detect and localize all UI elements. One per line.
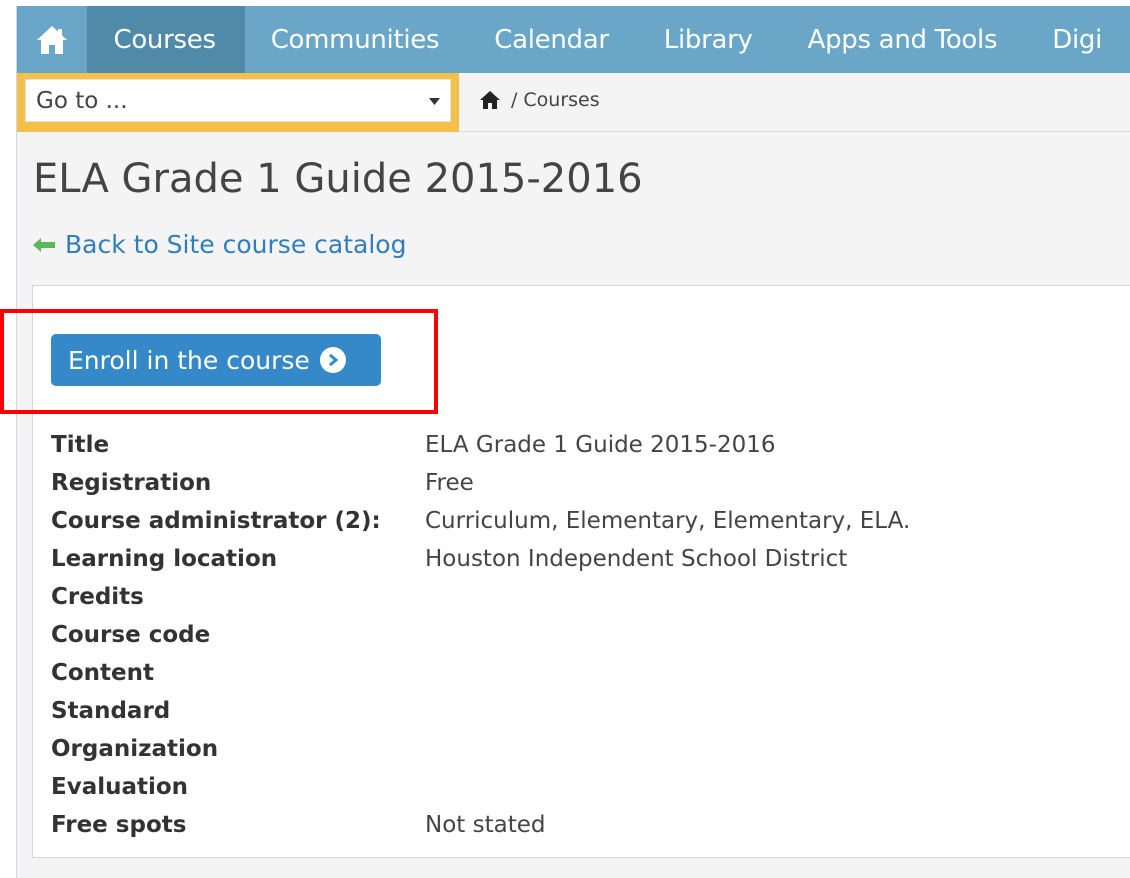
detail-key: Learning location <box>51 546 278 572</box>
detail-row-credits: Credits <box>51 578 910 616</box>
detail-key: Free spots <box>51 812 187 838</box>
nav-item-courses[interactable]: Courses <box>87 6 245 73</box>
detail-row-registration: Registration Free <box>51 464 910 502</box>
detail-value: Curriculum, Elementary, Elementary, ELA. <box>425 508 911 534</box>
detail-value: Not stated <box>425 812 546 838</box>
enroll-button-label: Enroll in the course <box>68 345 310 375</box>
app-frame: Courses Communities Calendar Library App… <box>16 6 1130 878</box>
breadcrumb-home-icon[interactable] <box>479 90 501 110</box>
nav-item-digi[interactable]: Digi <box>1026 6 1130 73</box>
goto-value: Go to ... <box>36 87 128 114</box>
detail-key: Content <box>51 660 155 686</box>
course-details-list: Title ELA Grade 1 Guide 2015-2016 Regist… <box>51 426 910 844</box>
goto-dropdown[interactable]: Go to ... <box>25 79 451 122</box>
detail-value: ELA Grade 1 Guide 2015-2016 <box>425 432 776 458</box>
sub-toolbar: Go to ... / Courses <box>17 73 1130 132</box>
nav-item-apps-and-tools[interactable]: Apps and Tools <box>782 6 1027 73</box>
nav-item-communities[interactable]: Communities <box>245 6 469 73</box>
detail-key: Credits <box>51 584 144 610</box>
enroll-button[interactable]: Enroll in the course <box>51 334 381 386</box>
detail-key: Evaluation <box>51 774 189 800</box>
detail-row-standard: Standard <box>51 692 910 730</box>
back-link-label: Back to Site course catalog <box>65 230 407 259</box>
nav-item-calendar[interactable]: Calendar <box>468 6 638 73</box>
detail-row-course-code: Course code <box>51 616 910 654</box>
detail-key: Registration <box>51 470 212 496</box>
home-icon <box>37 25 68 54</box>
back-to-catalog-link[interactable]: Back to Site course catalog <box>33 230 406 259</box>
breadcrumb-separator: / <box>511 89 518 111</box>
detail-row-free-spots: Free spots Not stated <box>51 806 910 844</box>
page-title: ELA Grade 1 Guide 2015-2016 <box>33 156 643 202</box>
detail-row-evaluation: Evaluation <box>51 768 910 806</box>
detail-key: Standard <box>51 698 171 724</box>
nav-item-library[interactable]: Library <box>638 6 782 73</box>
detail-row-course-administrator: Course administrator (2): Curriculum, El… <box>51 502 910 540</box>
detail-key: Title <box>51 432 110 458</box>
top-navigation: Courses Communities Calendar Library App… <box>17 6 1130 73</box>
nav-home-button[interactable] <box>17 6 88 73</box>
detail-row-organization: Organization <box>51 730 910 768</box>
breadcrumb-current: Courses <box>523 89 600 111</box>
detail-key: Organization <box>51 736 219 762</box>
chevron-circle-right-icon <box>319 347 346 373</box>
detail-key: Course code <box>51 622 211 648</box>
course-details-panel: Enroll in the course Title ELA Grade 1 G… <box>32 285 1130 858</box>
goto-container: Go to ... <box>17 73 459 132</box>
detail-row-title: Title ELA Grade 1 Guide 2015-2016 <box>51 426 910 464</box>
arrow-left-icon <box>33 237 55 252</box>
detail-row-content: Content <box>51 654 910 692</box>
detail-key: Course administrator (2): <box>51 508 381 534</box>
detail-row-learning-location: Learning location Houston Independent Sc… <box>51 540 910 578</box>
caret-down-icon <box>429 98 440 105</box>
detail-value: Free <box>425 470 474 496</box>
breadcrumb: / Courses <box>479 89 600 111</box>
detail-value: Houston Independent School District <box>425 546 848 572</box>
